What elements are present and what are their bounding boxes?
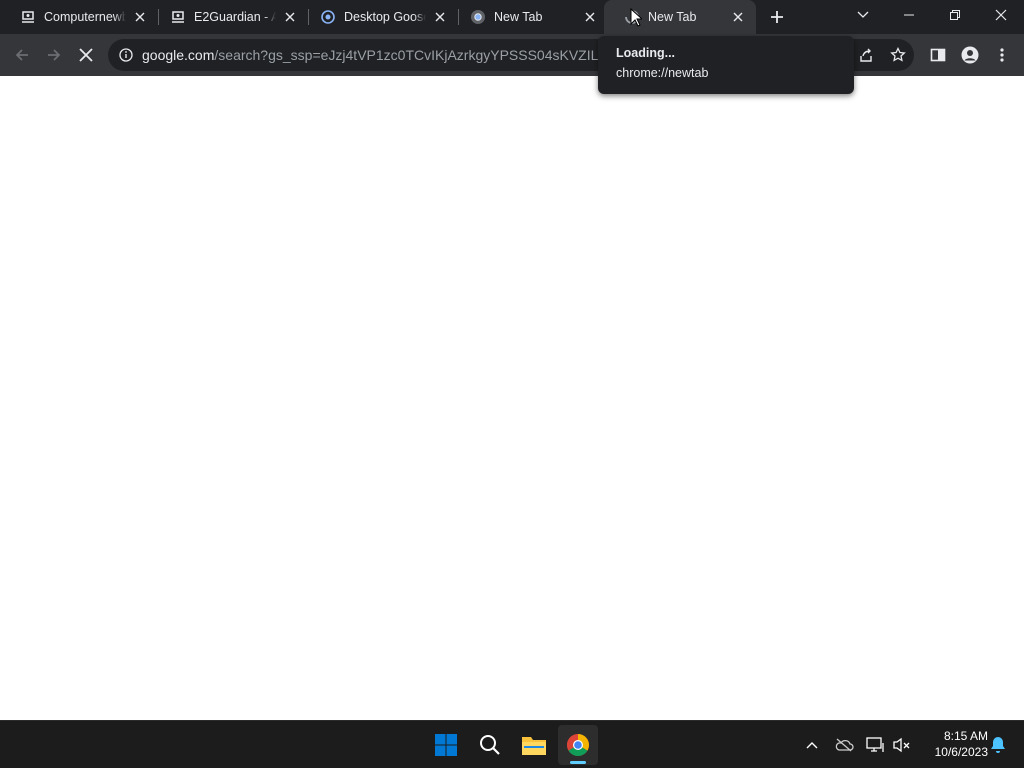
tab-title: Computernewb' <box>44 10 126 24</box>
back-button[interactable] <box>6 39 38 71</box>
restore-button[interactable] <box>932 0 978 30</box>
hover-card-url: chrome://newtab <box>616 66 709 80</box>
close-icon[interactable] <box>728 7 748 27</box>
computernewb-icon <box>20 9 36 25</box>
page-content <box>0 76 1024 720</box>
mouse-cursor-icon <box>630 7 644 32</box>
stop-loading-button[interactable] <box>70 39 102 71</box>
tab-new-tab-active[interactable]: New Tab <box>604 0 756 34</box>
info-icon[interactable] <box>118 47 134 63</box>
forward-button[interactable] <box>38 39 70 71</box>
system-clock[interactable]: 8:15 AM 10/6/2023 <box>918 728 988 760</box>
notification-bell-icon[interactable] <box>986 733 1010 757</box>
tab-hover-card: Loading... chrome://newtab <box>598 36 854 94</box>
url-text: google.com/search?gs_ssp=eJzj4tVP1zc0TCv… <box>142 47 602 63</box>
onedrive-offline-icon[interactable] <box>832 733 856 757</box>
chrome-newtab-icon <box>470 9 486 25</box>
close-icon[interactable] <box>430 7 450 27</box>
tab-title: New Tab <box>648 10 697 24</box>
profile-icon[interactable] <box>954 39 986 71</box>
running-indicator <box>570 761 586 764</box>
url-path: /search?gs_ssp=eJzj4tVP1zc0TCvIKjAzrkgyY… <box>214 47 602 63</box>
close-icon[interactable] <box>280 7 300 27</box>
volume-muted-icon[interactable] <box>890 733 914 757</box>
taskbar: 8:15 AM 10/6/2023 <box>0 720 1024 768</box>
url-host: google.com <box>142 47 215 63</box>
tab-title: E2Guardian - Ac <box>194 10 276 24</box>
tab-e2guardian[interactable]: E2Guardian - Ac <box>150 0 308 34</box>
tab-computernewb[interactable]: Computernewb' <box>0 0 158 34</box>
tab-strip: Computernewb' E2Guardian - Ac Desktop Go… <box>0 0 1024 34</box>
desktop-goose-icon <box>320 9 336 25</box>
close-icon[interactable] <box>130 7 150 27</box>
side-panel-button[interactable] <box>922 39 954 71</box>
bookmark-star-icon[interactable] <box>882 39 914 71</box>
tab-search-button[interactable] <box>840 0 886 30</box>
minimize-button[interactable] <box>886 0 932 30</box>
clock-date: 10/6/2023 <box>934 745 988 759</box>
chevron-up-icon[interactable] <box>800 733 824 757</box>
close-window-button[interactable] <box>978 0 1024 30</box>
tab-title: New Tab <box>494 10 543 24</box>
new-tab-button[interactable] <box>765 5 789 29</box>
toolbar: google.com/search?gs_ssp=eJzj4tVP1zc0TCv… <box>0 34 1024 76</box>
hover-card-title: Loading... <box>616 46 676 60</box>
file-explorer-icon[interactable] <box>514 725 554 765</box>
tab-title: Desktop Goose <box>344 10 426 24</box>
menu-dots-icon[interactable] <box>986 39 1018 71</box>
tab-new-tab[interactable]: New Tab <box>450 0 608 34</box>
chrome-taskbar-icon[interactable] <box>558 725 598 765</box>
e2guardian-icon <box>170 9 186 25</box>
search-icon[interactable] <box>470 725 510 765</box>
windows-start-icon[interactable] <box>426 725 466 765</box>
clock-time: 8:15 AM <box>943 729 988 743</box>
network-icon[interactable] <box>864 733 888 757</box>
close-icon[interactable] <box>580 7 600 27</box>
tab-desktop-goose[interactable]: Desktop Goose <box>300 0 458 34</box>
share-button[interactable] <box>850 39 882 71</box>
